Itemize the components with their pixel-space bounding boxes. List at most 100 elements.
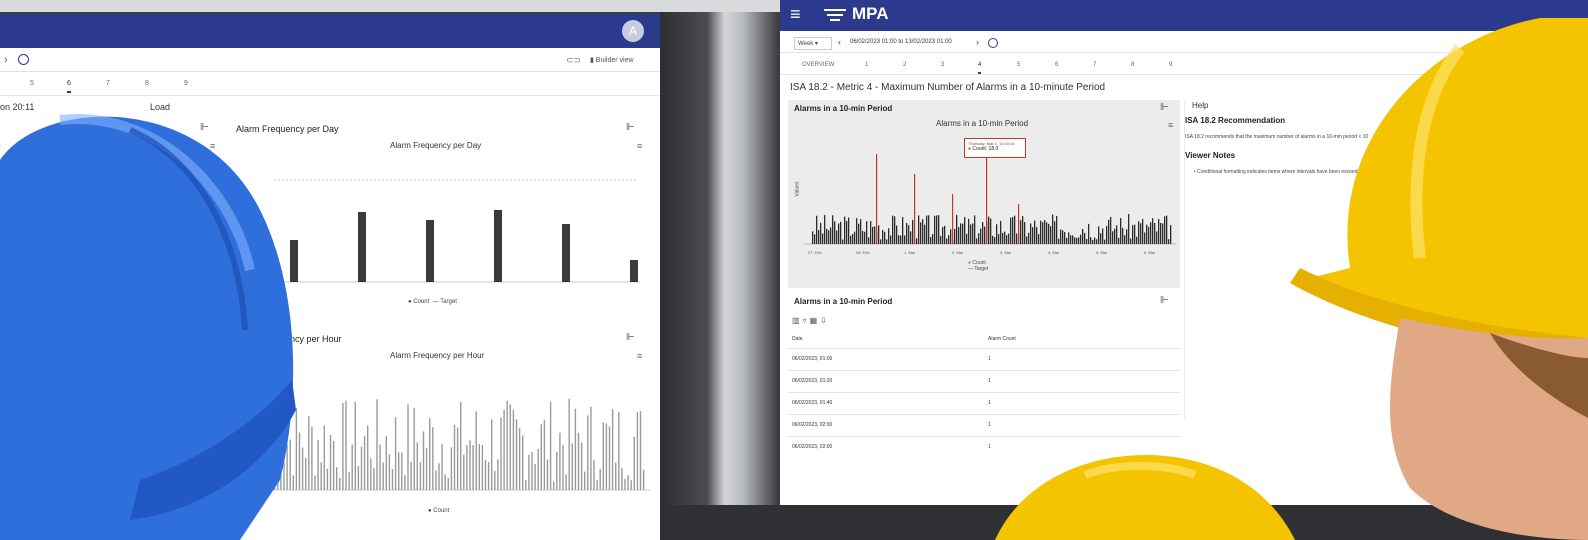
- hour-bar: [317, 440, 319, 490]
- hour-bar: [394, 417, 397, 490]
- alarm-bar: [920, 222, 922, 244]
- hour-bar: [525, 479, 527, 490]
- grid-icon[interactable]: ▦: [810, 316, 821, 325]
- hour-bar: [332, 441, 335, 490]
- alarm-bar: [1040, 220, 1042, 244]
- alarm-bar: [1056, 215, 1058, 244]
- tab-9[interactable]: 9: [1169, 62, 1172, 68]
- panel-toggle-icon[interactable]: ⊩: [626, 332, 635, 343]
- avatar[interactable]: A: [622, 20, 644, 42]
- hour-bar: [590, 406, 592, 490]
- alarm-bar: [1064, 231, 1066, 244]
- alarm-bar: [966, 233, 968, 244]
- hour-bar: [571, 443, 573, 490]
- tab-2[interactable]: 2: [903, 62, 906, 68]
- column-header-count[interactable]: Alarm Count: [988, 336, 1016, 342]
- hour-bar: [537, 448, 539, 490]
- clock-icon[interactable]: [18, 54, 29, 65]
- hour-bar: [407, 404, 409, 490]
- table-row[interactable]: 06/02/2023, 01:20 1: [788, 370, 1180, 391]
- tab-5[interactable]: 5: [30, 80, 34, 87]
- column-header-date[interactable]: Date: [792, 336, 803, 342]
- table-row[interactable]: 06/02/2023, 01:00 1: [788, 348, 1180, 369]
- hour-bar: [518, 428, 521, 490]
- notes-title: Viewer Notes: [1185, 151, 1236, 160]
- tab-8[interactable]: 8: [145, 80, 149, 87]
- alarm-bar: [930, 236, 932, 244]
- tab-8[interactable]: 8: [1131, 62, 1134, 68]
- alarm-bar: [926, 215, 928, 244]
- alarm-bar: [1028, 232, 1030, 244]
- hour-bar: [301, 447, 304, 490]
- tab-3[interactable]: 3: [941, 62, 944, 68]
- alarm-bar: [1102, 228, 1104, 244]
- chart-menu-icon[interactable]: ≡: [637, 351, 642, 361]
- link-icon[interactable]: ⊂⊃: [566, 55, 581, 66]
- hour-bar: [503, 409, 505, 490]
- table-title: Alarms in a 10-min Period: [794, 297, 893, 306]
- chevron-right-icon[interactable]: ›: [4, 54, 8, 66]
- alarm-bar: [1168, 239, 1170, 244]
- menu-icon[interactable]: ≡: [790, 4, 801, 25]
- builder-view-button[interactable]: ▮ Builder view: [590, 56, 634, 64]
- hour-bar: [363, 435, 366, 490]
- tab-overview[interactable]: OVERVIEW: [802, 62, 834, 68]
- chart-menu-icon[interactable]: ≡: [637, 141, 642, 151]
- tab-bar: 5 6 7 8 9: [0, 74, 660, 96]
- hour-bar: [543, 420, 546, 490]
- hour-bar: [360, 446, 363, 490]
- panel-toggle-icon[interactable]: ⊩: [1160, 295, 1169, 306]
- hour-bar: [456, 427, 459, 490]
- table-row[interactable]: 06/02/2023, 02:00 1: [788, 436, 1180, 457]
- hour-bar: [329, 434, 332, 490]
- tab-7[interactable]: 7: [106, 80, 110, 87]
- tab-6[interactable]: 6: [1055, 62, 1058, 68]
- hour-bar: [367, 425, 369, 490]
- alarm-bar: [918, 215, 920, 244]
- panel-toggle-icon[interactable]: ⊩: [626, 122, 635, 133]
- alarm-bar: [882, 230, 884, 244]
- export-icon[interactable]: ⇩: [820, 316, 830, 325]
- hour-bar: [463, 454, 465, 490]
- hour-bar: [621, 467, 623, 490]
- columns-icon[interactable]: ▥: [792, 316, 803, 325]
- alarm-bar: [844, 216, 846, 244]
- blue-hard-hat: [0, 114, 296, 540]
- alarm-bar: [858, 223, 860, 244]
- table-row[interactable]: 06/02/2023, 02:00 1: [788, 414, 1180, 435]
- chevron-right-icon[interactable]: ›: [976, 37, 979, 47]
- legend-hour: ● Count: [428, 508, 450, 514]
- alarm-bar: [970, 224, 972, 244]
- hour-bar: [323, 425, 325, 490]
- period-select[interactable]: Week ▾: [794, 37, 832, 50]
- hour-bar: [577, 432, 580, 490]
- chevron-left-icon[interactable]: ‹: [838, 37, 841, 47]
- hour-bar: [528, 454, 530, 490]
- chart-menu-icon[interactable]: ≡: [1168, 120, 1173, 130]
- alarm-bar: [1062, 230, 1064, 244]
- alarm-bar: [1034, 220, 1036, 244]
- filter-icon[interactable]: ▿: [803, 316, 810, 325]
- alarm-bar: [932, 234, 934, 244]
- date-range[interactable]: 06/02/2023 01:00 to 13/02/2023 01:00: [850, 39, 952, 45]
- hour-bar: [593, 459, 595, 490]
- hour-bar: [565, 474, 567, 490]
- hour-bar: [404, 475, 406, 490]
- tab-1[interactable]: 1: [865, 62, 868, 68]
- tab-4[interactable]: 4: [978, 62, 982, 74]
- tab-9[interactable]: 9: [184, 80, 188, 87]
- clock-icon[interactable]: [988, 38, 998, 48]
- tab-6[interactable]: 6: [67, 80, 71, 93]
- hour-bar: [559, 432, 561, 490]
- alarm-bar: [1074, 237, 1076, 244]
- tab-5[interactable]: 5: [1017, 62, 1020, 68]
- legend-day: ● Count — Target: [408, 299, 457, 305]
- tab-7[interactable]: 7: [1093, 62, 1096, 68]
- table-row[interactable]: 06/02/2023, 01:40 1: [788, 392, 1180, 413]
- panel-toggle-icon[interactable]: ⊩: [1160, 102, 1169, 113]
- alarm-bar: [1112, 231, 1114, 244]
- alarm-bar: [988, 216, 990, 244]
- alarm-bar: [856, 218, 858, 244]
- alarm-bar: [1006, 235, 1008, 244]
- alarm-bar: [1020, 220, 1022, 244]
